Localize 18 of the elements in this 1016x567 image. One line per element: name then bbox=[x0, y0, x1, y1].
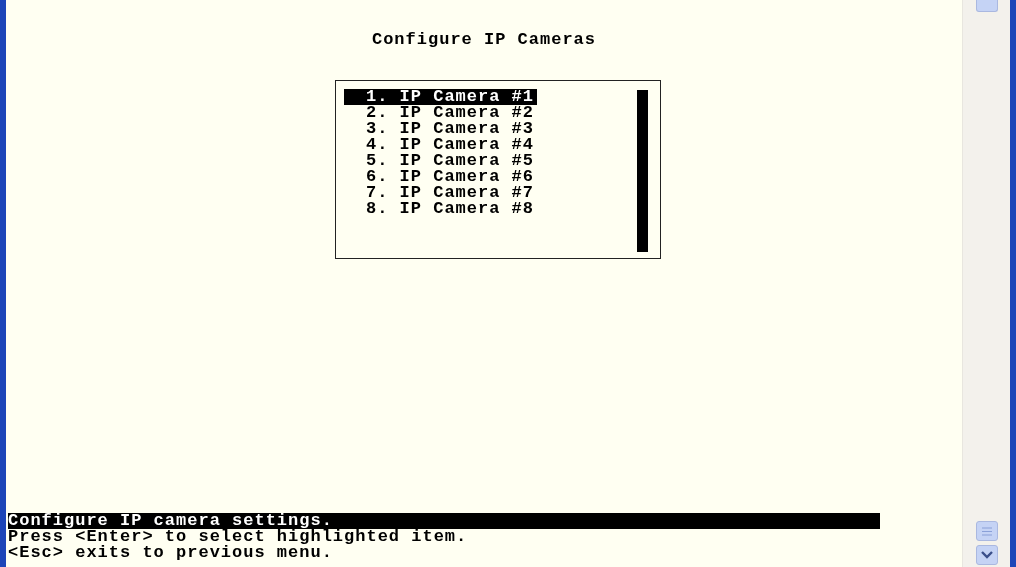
menu-item[interactable]: 2. IP Camera #2 bbox=[344, 105, 538, 121]
chevron-down-icon bbox=[980, 551, 993, 559]
key-hint: <Esc> exits to previous menu. bbox=[8, 545, 333, 561]
item-description: Configure IP camera settings. bbox=[8, 513, 880, 529]
scroll-thumb[interactable] bbox=[975, 521, 998, 541]
key-hint: Press <Enter> to select highlighted item. bbox=[8, 529, 469, 545]
menu-item[interactable]: 1. IP Camera #1 bbox=[344, 89, 538, 105]
menu-item[interactable]: 7. IP Camera #7 bbox=[344, 185, 538, 201]
vertical-scrollbar[interactable] bbox=[962, 0, 1010, 567]
scroll-up-button[interactable] bbox=[975, 0, 998, 12]
scroll-down-button[interactable] bbox=[975, 545, 998, 565]
menu-item[interactable]: 6. IP Camera #6 bbox=[344, 169, 538, 185]
menu-item[interactable]: 4. IP Camera #4 bbox=[344, 137, 538, 153]
screen-title: Configure IP Cameras bbox=[371, 32, 596, 48]
menu-item[interactable]: 3. IP Camera #3 bbox=[344, 121, 538, 137]
grip-icon bbox=[981, 526, 992, 536]
menu-item[interactable]: 8. IP Camera #8 bbox=[344, 201, 538, 217]
menu-item[interactable]: 5. IP Camera #5 bbox=[344, 153, 538, 169]
